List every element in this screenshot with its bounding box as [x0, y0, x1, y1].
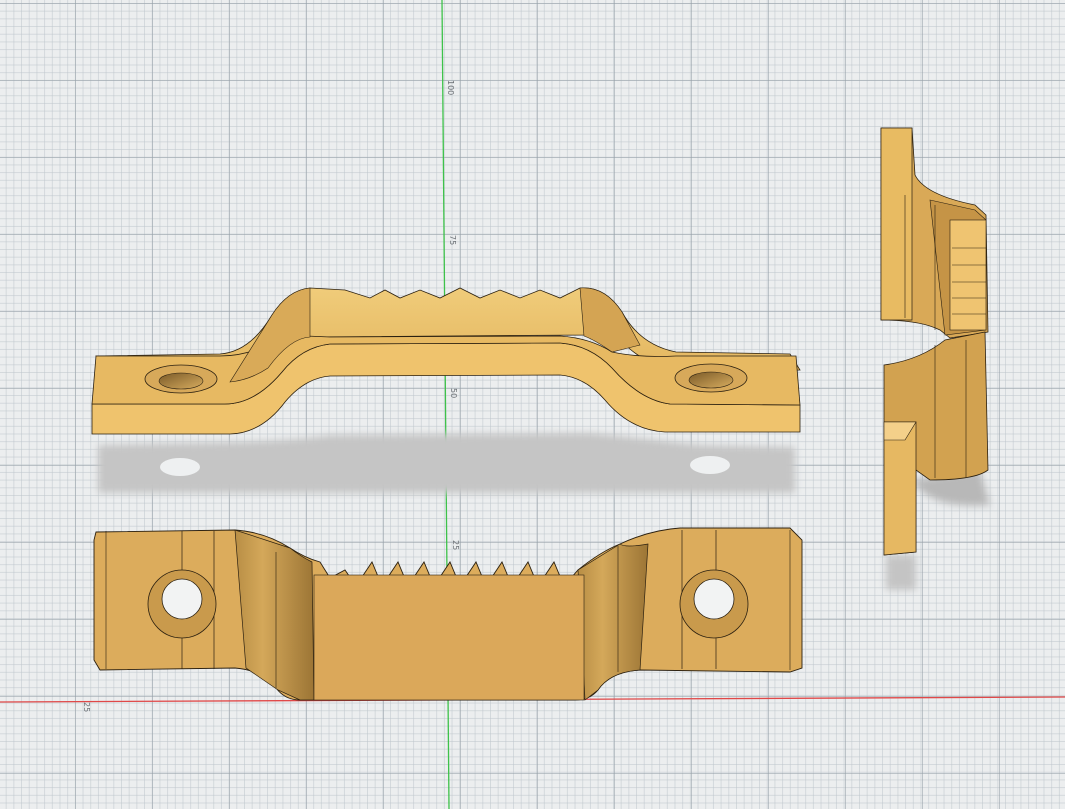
shadow-hole-right	[690, 456, 730, 474]
ruler-label-50: 50	[449, 388, 458, 398]
ruler-label-100: 100	[446, 80, 455, 95]
shadow-hole-left	[160, 458, 200, 476]
sawtooth-hanger-front-view[interactable]	[93, 527, 803, 701]
model-scene: 100 75 50 25 25	[0, 0, 1065, 809]
top-bracket-shadow	[98, 433, 795, 493]
ruler-label-x-25: 25	[82, 702, 91, 712]
cad-viewport-canvas[interactable]: 100 75 50 25 25	[0, 0, 1065, 809]
ruler-label-25: 25	[451, 540, 460, 550]
ruler-label-75: 75	[448, 235, 457, 245]
